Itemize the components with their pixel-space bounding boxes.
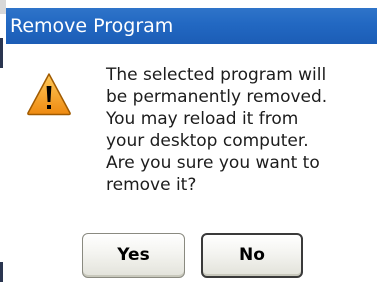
warning-icon xyxy=(27,73,71,116)
message-line: your desktop computer. xyxy=(106,131,309,151)
message-line: remove it? xyxy=(106,175,197,195)
message-line: Are you sure you want to xyxy=(106,153,320,173)
dialog-title: Remove Program xyxy=(10,15,174,37)
message-line: You may reload it from xyxy=(106,109,299,129)
yes-button[interactable]: Yes xyxy=(82,233,185,278)
background-window-fragment xyxy=(0,262,3,282)
remove-program-dialog: Remove Program The selected program will… xyxy=(6,8,377,299)
message-line: be permanently removed. xyxy=(106,87,328,107)
dialog-message: The selected program will be permanently… xyxy=(106,64,374,196)
message-line: The selected program will xyxy=(106,65,327,85)
no-button[interactable]: No xyxy=(201,233,303,278)
dialog-titlebar[interactable]: Remove Program xyxy=(6,8,377,44)
background-window-fragment xyxy=(0,38,3,68)
